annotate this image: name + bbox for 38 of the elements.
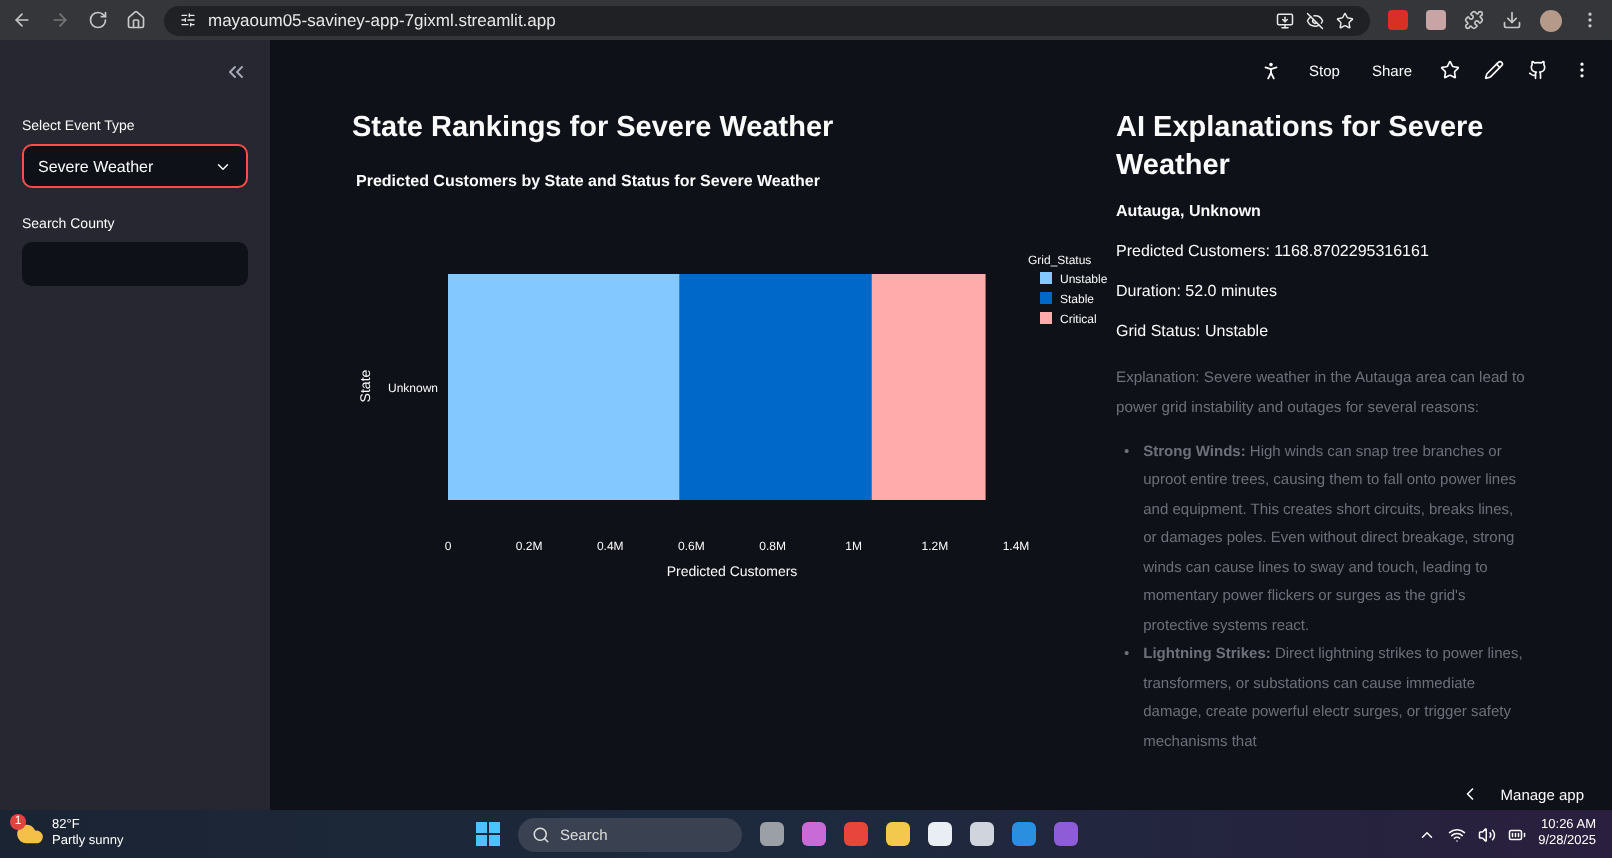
github-icon[interactable] <box>1528 60 1548 80</box>
address-bar[interactable]: mayaoum05-saviney-app-7gixml.streamlit.app <box>164 5 1370 35</box>
select-field[interactable]: Severe Weather <box>22 144 248 188</box>
person-icon[interactable] <box>1259 59 1282 81</box>
back-icon[interactable] <box>12 10 32 30</box>
speaker-icon[interactable] <box>1478 825 1497 843</box>
download-icon[interactable] <box>1502 10 1522 30</box>
input-field[interactable] <box>22 242 248 286</box>
bookmark-star-icon[interactable] <box>1336 11 1354 29</box>
app-icon[interactable] <box>760 822 784 846</box>
fact-text: Grid Status: Unstable <box>1116 321 1271 340</box>
eye-off-icon[interactable] <box>1306 11 1324 29</box>
forward-icon[interactable] <box>50 10 70 30</box>
pencil-icon[interactable] <box>1484 60 1504 80</box>
star-icon[interactable] <box>1440 60 1460 80</box>
windows-start-icon[interactable] <box>476 822 500 846</box>
fact-text: Predicted Customers: 1168.8702295316161 <box>1116 241 1431 260</box>
search-icon <box>532 825 550 843</box>
legend-swatch <box>1040 291 1052 304</box>
chart-title: Predicted Customers by State and Status for Severe Weather <box>356 171 822 190</box>
app-icon[interactable] <box>970 822 994 846</box>
home-icon[interactable] <box>126 10 146 30</box>
section-title: State Rankings for Severe Weather <box>352 110 836 148</box>
app-icon[interactable] <box>928 822 952 846</box>
legend-swatch <box>1040 271 1052 284</box>
fact-text: Duration: 52.0 minutes <box>1116 281 1279 300</box>
battery-icon[interactable] <box>1508 825 1527 843</box>
profile-avatar[interactable] <box>1540 9 1562 31</box>
section-title: AI Explanations for Severe Weather <box>1116 110 1486 186</box>
extensions-icon[interactable] <box>1464 10 1484 30</box>
site-info-icon[interactable] <box>180 12 196 28</box>
install-icon[interactable] <box>1276 11 1294 29</box>
legend-swatch <box>1040 311 1052 324</box>
fact-text: Autauga, Unknown <box>1116 201 1263 220</box>
url-text: mayaoum05-saviney-app-7gixml.streamlit.app <box>208 10 558 30</box>
wifi-icon[interactable] <box>1448 825 1467 843</box>
collapse-icon[interactable] <box>224 60 248 84</box>
reload-icon[interactable] <box>88 10 108 30</box>
